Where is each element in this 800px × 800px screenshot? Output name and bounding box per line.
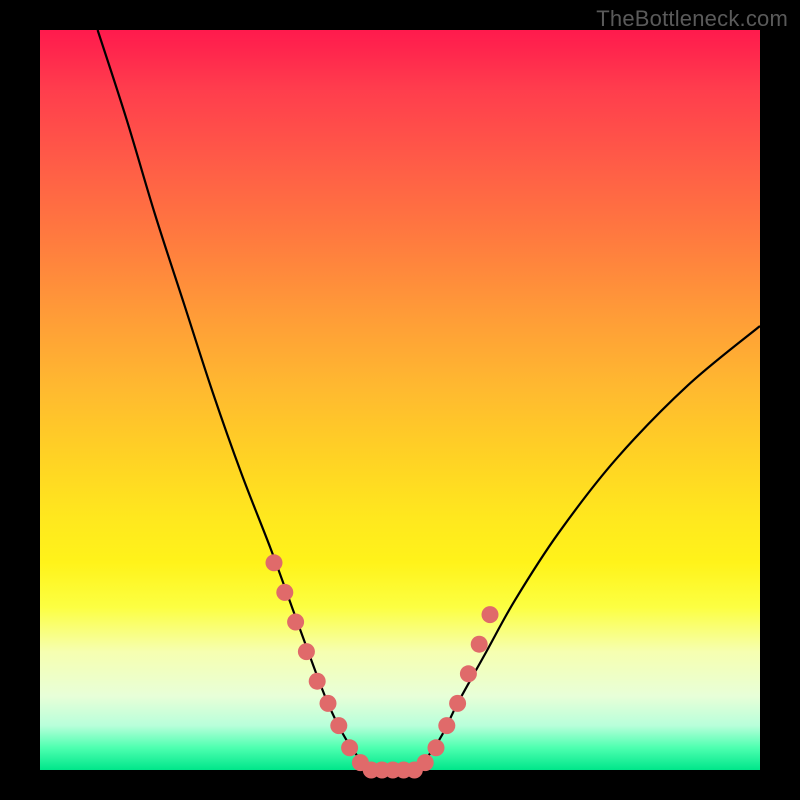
highlight-dot: [460, 665, 477, 682]
highlight-dot: [449, 695, 466, 712]
chart-svg: [40, 30, 760, 770]
watermark-text: TheBottleneck.com: [596, 6, 788, 32]
highlight-dot: [309, 673, 326, 690]
highlight-dot: [428, 739, 445, 756]
bottleneck-curve: [98, 30, 760, 771]
highlight-dot: [276, 584, 293, 601]
chart-frame: TheBottleneck.com: [0, 0, 800, 800]
chart-plot-area: [40, 30, 760, 770]
highlight-dot: [320, 695, 337, 712]
highlight-dot: [330, 717, 347, 734]
highlight-dot: [287, 614, 304, 631]
highlight-dot: [482, 606, 499, 623]
highlight-dot: [417, 754, 434, 771]
highlight-dot: [298, 643, 315, 660]
highlight-dot: [471, 636, 488, 653]
highlight-dots: [266, 554, 499, 778]
highlight-dot: [438, 717, 455, 734]
highlight-dot: [341, 739, 358, 756]
highlight-dot: [266, 554, 283, 571]
